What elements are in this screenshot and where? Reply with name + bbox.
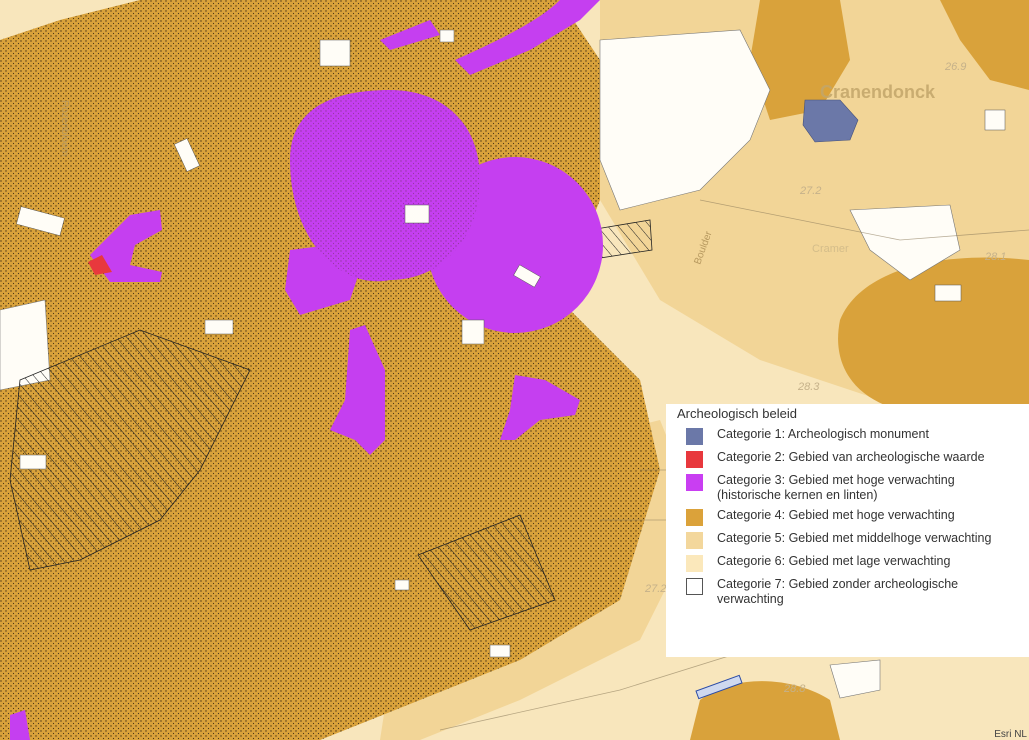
legend-swatch — [686, 509, 703, 526]
legend-item: Categorie 2: Gebied van archeologische w… — [677, 450, 1019, 468]
legend-swatch — [686, 578, 703, 595]
legend-label: Categorie 1: Archeologisch monument — [717, 427, 929, 441]
legend-item: Categorie 7: Gebied zonder archeologisch… — [677, 577, 1019, 607]
elevation-label: 28.8 — [783, 683, 806, 695]
street-label-lower: Cramer — [812, 243, 849, 255]
map-attribution: Esri NL — [994, 729, 1027, 740]
elevation-label: 26.9 — [944, 61, 966, 73]
street-label-left: Rozenbloem — [59, 100, 70, 156]
legend-label: Categorie 7: Gebied zonder archeologisch… — [717, 577, 959, 606]
legend-label: Categorie 3: Gebied met hoge verwachting… — [717, 473, 955, 502]
legend-item: Categorie 5: Gebied met middelhoge verwa… — [677, 531, 1019, 549]
place-label: Cranendonck — [820, 82, 936, 102]
legend-item: Categorie 1: Archeologisch monument — [677, 427, 1019, 445]
map-legend: Archeologisch beleid Categorie 1: Archeo… — [666, 404, 1029, 657]
legend-item: Categorie 4: Gebied met hoge verwachting — [677, 508, 1019, 526]
legend-swatch — [686, 428, 703, 445]
elevation-label: 28.1 — [984, 251, 1006, 263]
legend-title: Archeologisch beleid — [677, 406, 797, 421]
legend-label: Categorie 4: Gebied met hoge verwachting — [717, 508, 955, 522]
legend-item: Categorie 6: Gebied met lage verwachting — [677, 554, 1019, 572]
legend-item: Categorie 3: Gebied met hoge verwachting… — [677, 473, 1019, 503]
legend-swatch — [686, 532, 703, 549]
legend-label: Categorie 6: Gebied met lage verwachting — [717, 554, 951, 568]
elevation-label: 28.3 — [797, 381, 820, 393]
legend-label: Categorie 2: Gebied van archeologische w… — [717, 450, 985, 464]
legend-label: Categorie 5: Gebied met middelhoge verwa… — [717, 531, 992, 545]
legend-items: Categorie 1: Archeologisch monument Categ… — [677, 427, 1019, 607]
legend-swatch — [686, 474, 703, 491]
legend-swatch — [686, 555, 703, 572]
elevation-label: 27.2 — [799, 185, 821, 197]
legend-swatch — [686, 451, 703, 468]
elevation-label: 27.2 — [644, 583, 666, 595]
